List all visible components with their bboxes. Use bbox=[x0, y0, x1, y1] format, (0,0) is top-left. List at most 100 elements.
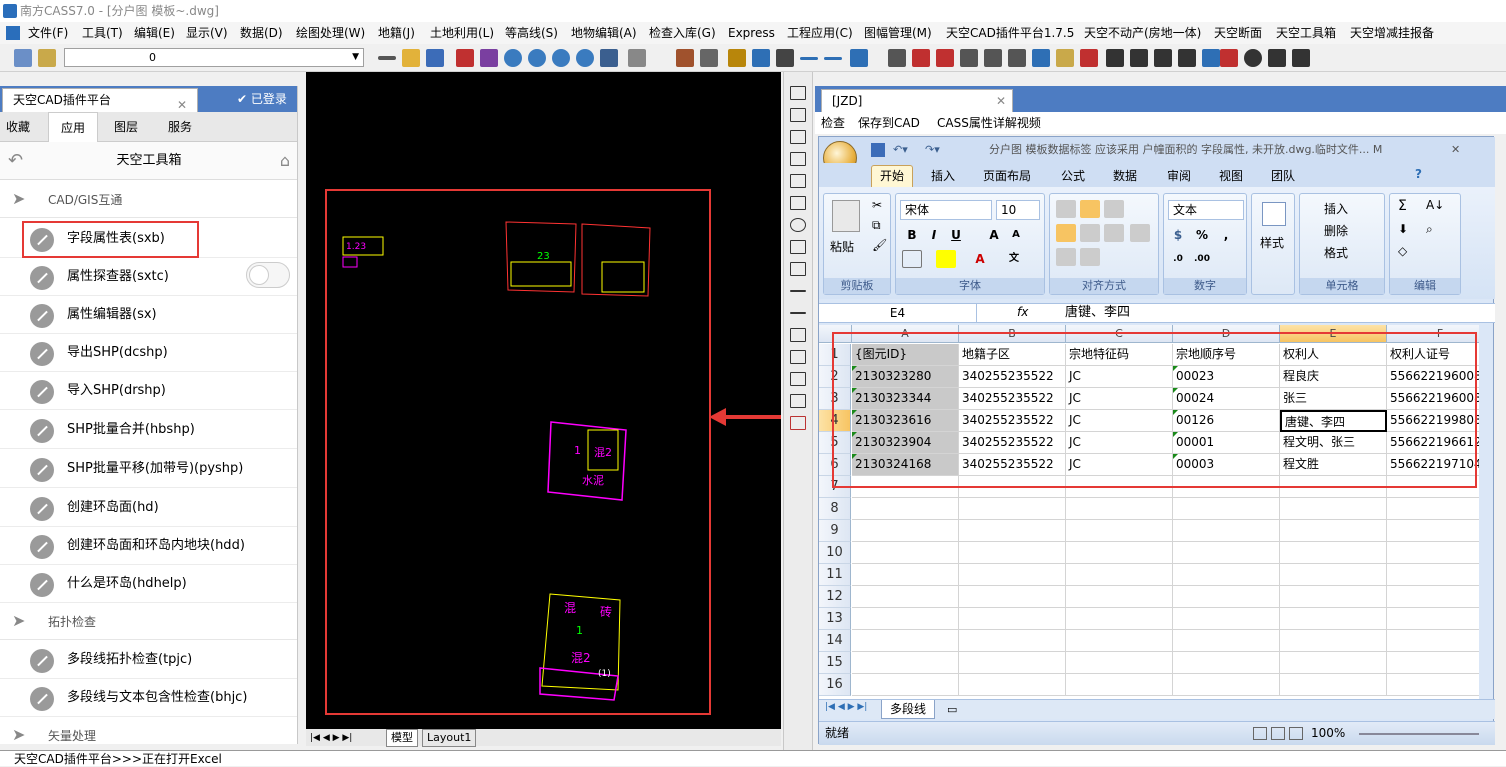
bar-icon[interactable] bbox=[1154, 49, 1172, 67]
cell-d10[interactable] bbox=[1173, 542, 1280, 564]
vertex-icon[interactable] bbox=[960, 49, 978, 67]
tool-item-hbshp[interactable]: SHP批量合并(hbshp) bbox=[0, 411, 297, 449]
zoom-window-icon[interactable] bbox=[528, 49, 546, 67]
cell-b14[interactable] bbox=[959, 630, 1066, 652]
cell-a14[interactable] bbox=[852, 630, 959, 652]
cell-a11[interactable] bbox=[852, 564, 959, 586]
cell-e11[interactable] bbox=[1280, 564, 1387, 586]
cell-d9[interactable] bbox=[1173, 520, 1280, 542]
menu-report[interactable]: 天空增减挂报备 bbox=[1350, 22, 1434, 44]
menu-landuse[interactable]: 土地利用(L) bbox=[430, 22, 494, 44]
extend-icon[interactable] bbox=[790, 312, 806, 314]
cross-icon[interactable] bbox=[1008, 49, 1026, 67]
cell-f16[interactable] bbox=[1387, 674, 1479, 696]
font-name-select[interactable]: 宋体 bbox=[900, 200, 992, 220]
move-icon[interactable] bbox=[790, 196, 806, 210]
sum-icon[interactable]: Σ bbox=[1398, 198, 1407, 214]
phonetic-button[interactable]: 文 bbox=[1004, 250, 1024, 268]
tool-item-drshp[interactable]: 导入SHP(drshp) bbox=[0, 372, 297, 410]
menu-tools[interactable]: 工具(T) bbox=[82, 22, 123, 44]
border-button[interactable] bbox=[902, 250, 922, 268]
offset-icon[interactable] bbox=[790, 152, 806, 166]
bold-button[interactable]: B bbox=[902, 226, 922, 244]
zoom-icon[interactable] bbox=[504, 49, 522, 67]
tool-item-hdd[interactable]: 创建环岛面和环岛内地块(hdd) bbox=[0, 527, 297, 565]
undo-icon[interactable]: ↶▾ bbox=[893, 137, 908, 163]
cell-e9[interactable] bbox=[1280, 520, 1387, 542]
align-left-button[interactable] bbox=[1056, 224, 1076, 242]
table-icon[interactable] bbox=[1056, 49, 1074, 67]
cell-b8[interactable] bbox=[959, 498, 1066, 520]
point-icon[interactable] bbox=[1220, 49, 1238, 67]
cell-a9[interactable] bbox=[852, 520, 959, 542]
redo-icon[interactable]: ↷▾ bbox=[925, 137, 940, 163]
tab-page-layout[interactable]: 页面布局 bbox=[983, 167, 1031, 184]
fillet-icon[interactable] bbox=[790, 394, 806, 408]
command-line[interactable]: 天空CAD插件平台>>>正在打开Excel bbox=[0, 750, 1506, 766]
chamfer-icon[interactable] bbox=[790, 372, 806, 386]
indent-button[interactable] bbox=[1056, 248, 1076, 266]
cell-c11[interactable] bbox=[1066, 564, 1173, 586]
layer-manager-icon[interactable] bbox=[14, 49, 32, 67]
tab-model[interactable]: 模型 bbox=[386, 729, 418, 747]
row-header-10[interactable]: 10 bbox=[819, 542, 851, 564]
font-color-button[interactable]: A bbox=[970, 250, 990, 268]
draw-icon[interactable] bbox=[790, 86, 806, 100]
cell-c16[interactable] bbox=[1066, 674, 1173, 696]
row-header-8[interactable]: 8 bbox=[819, 498, 851, 520]
menu-check[interactable]: 检查入库(G) bbox=[649, 22, 716, 44]
cell-e10[interactable] bbox=[1280, 542, 1387, 564]
cell-f15[interactable] bbox=[1387, 652, 1479, 674]
cell-e14[interactable] bbox=[1280, 630, 1387, 652]
array-icon[interactable] bbox=[790, 174, 806, 188]
comma-button[interactable]: , bbox=[1216, 226, 1236, 244]
tab-formulas[interactable]: 公式 bbox=[1061, 167, 1085, 184]
styles-label[interactable]: 样式 bbox=[1260, 234, 1284, 251]
align-bottom-button[interactable] bbox=[1104, 200, 1124, 218]
box-icon[interactable] bbox=[1130, 49, 1148, 67]
cell-a8[interactable] bbox=[852, 498, 959, 520]
paste-icon[interactable] bbox=[832, 200, 860, 232]
tool-item-hdhelp[interactable]: 什么是环岛(hdhelp) bbox=[0, 565, 297, 603]
menu-section[interactable]: 天空断面 bbox=[1214, 22, 1262, 44]
cell-a10[interactable] bbox=[852, 542, 959, 564]
layer-state-icon[interactable] bbox=[38, 49, 56, 67]
cell-c13[interactable] bbox=[1066, 608, 1173, 630]
join-icon[interactable] bbox=[790, 350, 806, 364]
favorite-toggle[interactable] bbox=[246, 262, 290, 288]
zoom-in-icon[interactable] bbox=[552, 49, 570, 67]
align-middle-button[interactable] bbox=[1080, 200, 1100, 218]
login-status[interactable]: ✔ 已登录 bbox=[237, 90, 287, 107]
tab-team[interactable]: 团队 bbox=[1271, 167, 1295, 184]
tab-view[interactable]: 视图 bbox=[1219, 167, 1243, 184]
row-header-12[interactable]: 12 bbox=[819, 586, 851, 608]
page-layout-view-icon[interactable] bbox=[1271, 727, 1285, 740]
cell-b15[interactable] bbox=[959, 652, 1066, 674]
paste-label[interactable]: 粘贴 bbox=[830, 238, 854, 255]
clear-icon[interactable]: ◇ bbox=[1398, 244, 1407, 258]
currency-button[interactable]: $ bbox=[1168, 226, 1188, 244]
increase-decimal-button[interactable]: .0 bbox=[1168, 250, 1188, 268]
row-header-11[interactable]: 11 bbox=[819, 564, 851, 586]
calc-icon[interactable] bbox=[700, 49, 718, 67]
cell-d15[interactable] bbox=[1173, 652, 1280, 674]
row-header-14[interactable]: 14 bbox=[819, 630, 851, 652]
cell-c15[interactable] bbox=[1066, 652, 1173, 674]
open-icon[interactable] bbox=[402, 49, 420, 67]
brush-icon[interactable] bbox=[912, 49, 930, 67]
tool-item-sxtc[interactable]: 属性探查器(sxtc) bbox=[0, 258, 297, 296]
tab-apps[interactable]: 应用 bbox=[48, 112, 99, 142]
decrease-decimal-button[interactable]: .00 bbox=[1192, 250, 1212, 268]
measure-icon[interactable] bbox=[1202, 49, 1220, 67]
plugin-panel-tab[interactable]: 天空CAD插件平台 ✕ bbox=[2, 88, 198, 112]
cut-icon[interactable]: ✂ bbox=[872, 198, 882, 212]
row-header-16[interactable]: 16 bbox=[819, 674, 851, 696]
section-cad-gis[interactable]: ➤ CAD/GIS互通 bbox=[0, 182, 297, 218]
break-icon[interactable] bbox=[790, 328, 806, 342]
squiggle-icon[interactable] bbox=[1292, 49, 1310, 67]
format-cells-button[interactable]: 格式 bbox=[1324, 244, 1348, 261]
cell-d14[interactable] bbox=[1173, 630, 1280, 652]
cell-b16[interactable] bbox=[959, 674, 1066, 696]
cell-a12[interactable] bbox=[852, 586, 959, 608]
cell-f10[interactable] bbox=[1387, 542, 1479, 564]
